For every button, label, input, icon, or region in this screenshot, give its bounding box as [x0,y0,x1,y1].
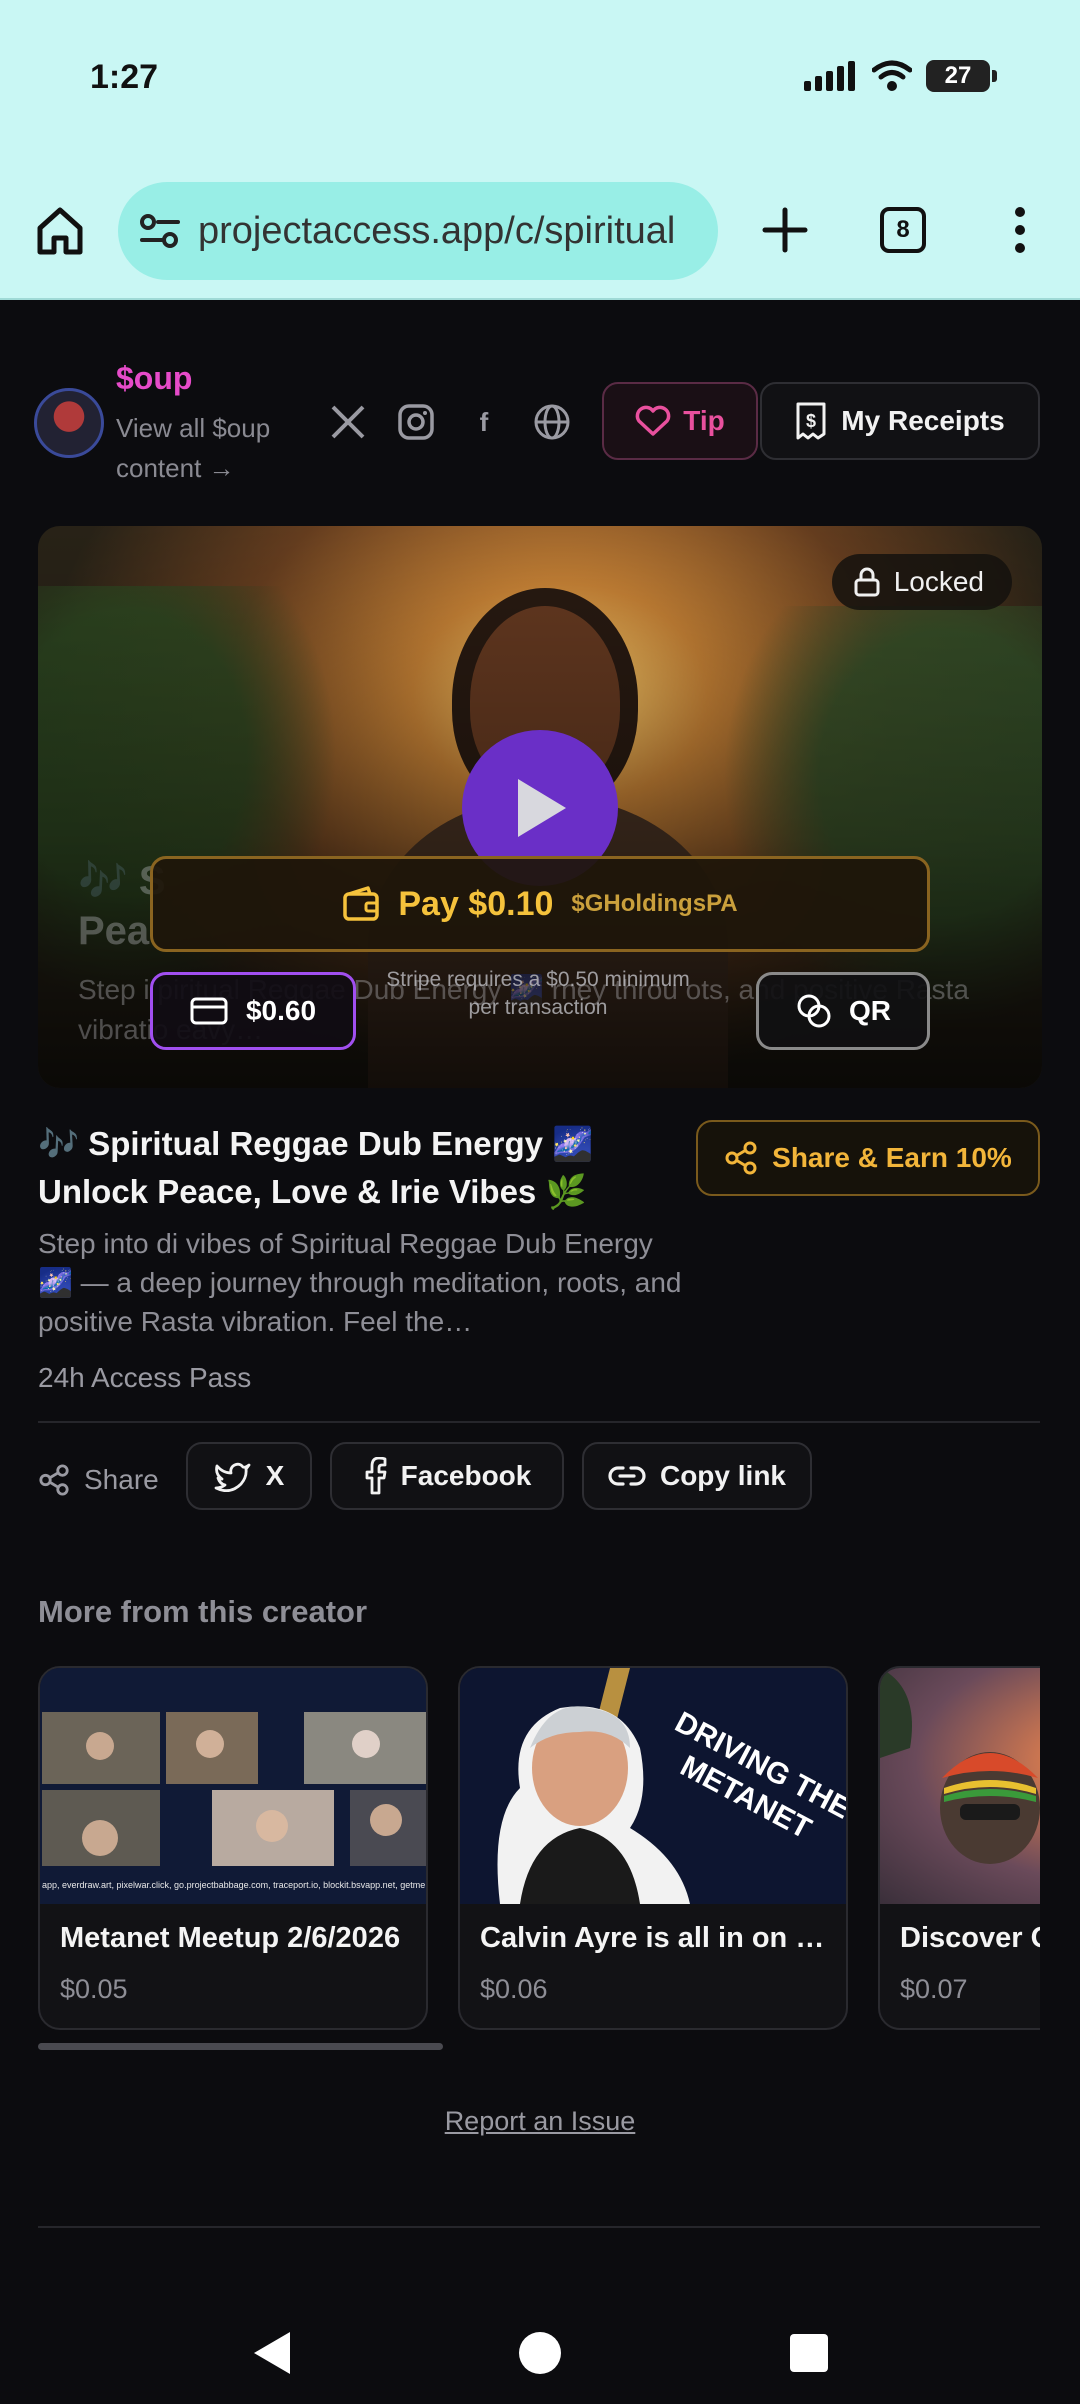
divider [38,2226,1040,2228]
view-all-link[interactable]: View all $oup content → [116,408,296,488]
back-icon[interactable] [246,2326,300,2380]
address-bar[interactable]: projectaccess.app/c/spiritual [118,182,718,280]
share-x-label: X [265,1460,285,1491]
card-pay-button[interactable]: $0.60 [150,972,356,1050]
browser-toolbar: projectaccess.app/c/spiritual 8 [0,170,1080,300]
share-icon [725,1141,757,1175]
pay-label: Pay $0.10 [398,884,554,923]
more-menu-icon[interactable] [1000,200,1040,260]
related-thumbnail [880,1668,1040,1904]
coins-icon [797,994,831,1028]
related-carousel[interactable]: app, everdraw.art, pixelwar.click, go.pr… [38,1666,1040,2032]
creator-avatar[interactable] [34,388,104,458]
my-receipts-label: My Receipts [841,405,1005,436]
related-card[interactable]: app, everdraw.art, pixelwar.click, go.pr… [38,1666,428,2030]
share-text: Share [84,1464,159,1495]
related-title: Metanet Meetup 2/6/2026 [60,1922,401,1954]
clock: 1:27 [90,58,159,96]
svg-text:$: $ [806,411,816,431]
qr-label: QR [849,995,891,1026]
related-price: $0.07 [900,1974,968,2004]
url-text: projectaccess.app/c/spiritual [198,209,676,252]
related-price: $0.06 [480,1974,548,2004]
content-title: 🎶 Spiritual Reggae Dub Energy 🌌 Unlock P… [38,1125,594,1210]
link-icon [608,1466,646,1486]
heart-icon [635,405,671,436]
share-earn-label: Share & Earn 10% [772,1142,1012,1173]
home-nav-icon[interactable] [513,2326,567,2380]
locked-badge: Locked [831,554,1012,610]
status-bar: 1:27 27 [0,0,1080,170]
instagram-icon[interactable] [394,400,438,444]
copy-link-label: Copy link [659,1460,786,1491]
pay-handle: $GHoldingsPA [571,890,738,917]
carousel-scrollbar[interactable] [38,2043,443,2050]
play-icon [518,779,566,837]
related-card[interactable]: Discover O $0.07 [878,1666,1040,2030]
access-pass-label: 24h Access Pass [38,1362,252,1393]
receipt-icon: $ [796,402,826,440]
home-icon[interactable] [30,200,90,260]
globe-icon[interactable] [530,400,574,444]
locked-label: Locked [893,566,984,597]
status-icons: 27 [804,60,997,92]
share-icon [39,1464,69,1496]
report-issue-link[interactable]: Report an Issue [0,2106,1080,2137]
copy-link-button[interactable]: Copy link [582,1442,812,1510]
more-from-creator-heading: More from this creator [38,1594,368,1629]
lock-icon [854,567,880,597]
divider [38,1421,1040,1423]
tip-label: Tip [683,405,725,436]
video-player[interactable]: Locked 🎶 S Pea Step i piritual Reggae Du… [38,526,1042,1088]
wifi-icon [872,60,912,91]
signal-icon [804,61,855,91]
qr-pay-button[interactable]: QR [756,972,930,1050]
share-facebook-label: Facebook [400,1460,532,1491]
pay-button[interactable]: Pay $0.10 $GHoldingsPA [150,856,930,952]
site-settings-icon[interactable] [138,209,182,253]
related-thumbnail: DRIVING THE METANET [460,1668,846,1904]
creator-name[interactable]: $oup [116,360,192,397]
tab-switcher-button[interactable]: 8 [880,207,926,253]
credit-card-icon [190,997,228,1025]
share-earn-button[interactable]: Share & Earn 10% [696,1120,1040,1196]
share-label: Share [38,1452,159,1508]
card-amount: $0.60 [245,995,317,1026]
twitter-bird-icon [214,1462,251,1492]
tip-button[interactable]: Tip [602,382,758,460]
thumbnail-caption: app, everdraw.art, pixelwar.click, go.pr… [42,1880,426,1890]
related-title: Calvin Ayre is all in on Metanet [480,1922,840,1954]
facebook-icon [365,1457,387,1495]
share-x-button[interactable]: X [186,1442,312,1510]
facebook-icon[interactable]: f [462,400,506,444]
related-title: Discover O [900,1922,1040,1954]
share-facebook-button[interactable]: Facebook [330,1442,564,1510]
content-description: Step into di vibes of Spiritual Reggae D… [38,1228,682,1337]
recents-icon[interactable] [782,2326,836,2380]
wallet-icon [343,886,380,921]
related-card[interactable]: DRIVING THE METANET Calvin Ayre is all i… [458,1666,848,2030]
related-price: $0.05 [60,1974,128,2004]
stripe-minimum-note: Stripe requires a $0.50 minimum per tran… [386,968,690,1019]
battery-icon: 27 [926,60,997,92]
new-tab-icon[interactable] [755,200,815,260]
related-thumbnail: app, everdraw.art, pixelwar.click, go.pr… [40,1668,426,1904]
my-receipts-button[interactable]: $ My Receipts [760,382,1040,460]
x-icon[interactable] [326,400,370,444]
